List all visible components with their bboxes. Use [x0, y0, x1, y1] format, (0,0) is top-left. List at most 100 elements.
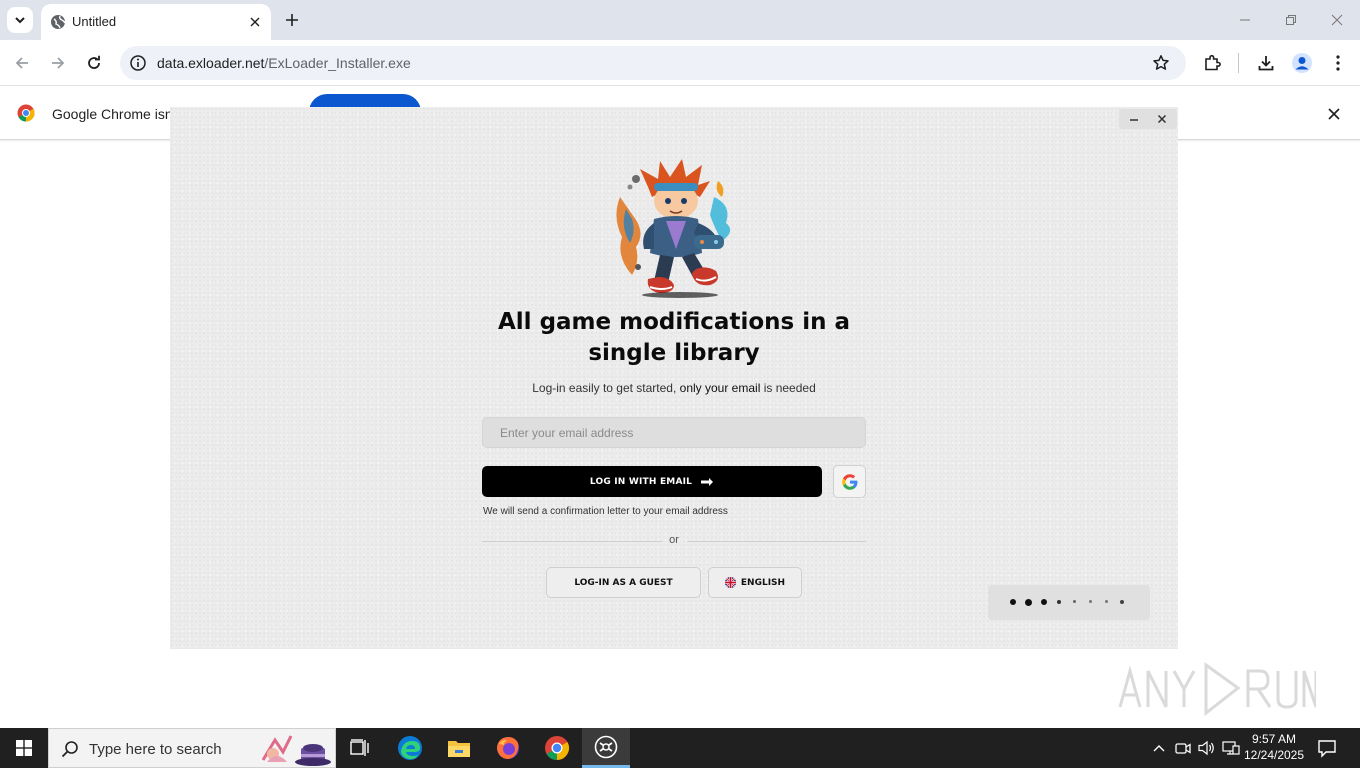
chrome-menu-button[interactable] — [1324, 49, 1352, 77]
google-icon — [841, 473, 857, 490]
language-selector[interactable]: ENGLISH — [708, 567, 802, 598]
bookmark-star-icon[interactable] — [1152, 54, 1170, 72]
start-button[interactable] — [0, 728, 48, 768]
close-icon — [1157, 114, 1167, 124]
close-icon — [250, 17, 260, 27]
google-login-button[interactable] — [833, 465, 866, 498]
app-window-controls — [1119, 109, 1177, 129]
url-path: /ExLoader_Installer.exe — [264, 55, 411, 71]
divider-right — [687, 541, 866, 542]
show-hidden-icons-button[interactable] — [1150, 739, 1168, 757]
more-vertical-icon — [1336, 55, 1340, 71]
camera-icon — [1175, 743, 1191, 754]
notification-center-icon[interactable] — [1316, 737, 1338, 759]
mascot-illustration — [616, 159, 731, 298]
reload-icon — [88, 55, 100, 69]
puzzle-icon — [1205, 54, 1221, 71]
profile-button[interactable] — [1288, 49, 1316, 77]
app-close-button[interactable] — [1151, 110, 1173, 128]
taskbar-clock[interactable]: 9:57 AM 12/24/2025 — [1240, 731, 1308, 763]
folder-icon — [448, 741, 470, 757]
toolbar-divider — [1238, 53, 1239, 73]
arrow-right-icon — [52, 57, 65, 69]
login-subtitle: Log-in easily to get started, only your … — [474, 381, 874, 395]
tab-close-button[interactable] — [246, 13, 264, 31]
plus-icon — [286, 14, 298, 26]
browser-tab[interactable]: Untitled — [41, 4, 271, 40]
pager-dot[interactable] — [1025, 599, 1032, 606]
close-icon — [1328, 108, 1340, 120]
login-with-email-button[interactable]: LOG IN WITH EMAIL — [482, 466, 822, 497]
pager-dot[interactable] — [1057, 600, 1061, 604]
taskbar-edge[interactable] — [386, 728, 434, 768]
download-icon — [1258, 56, 1274, 71]
search-highlight-icon — [261, 735, 331, 766]
exloader-icon — [594, 735, 618, 758]
site-info-icon[interactable] — [129, 54, 147, 72]
tray-meet-now[interactable] — [1174, 739, 1192, 757]
windows-taskbar: Type here to search 9:57 AM 12/24/2025 — [0, 728, 1360, 768]
browser-toolbar: data.exloader.net/ExLoader_Installer.exe — [0, 40, 1360, 86]
pager-dot[interactable] — [1010, 599, 1016, 605]
chevron-up-icon — [1153, 745, 1165, 752]
search-placeholder: Type here to search — [89, 741, 222, 758]
address-bar[interactable]: data.exloader.net/ExLoader_Installer.exe — [120, 46, 1186, 80]
arrow-right-icon — [701, 477, 714, 486]
uk-flag-icon — [724, 577, 736, 588]
task-view-icon — [350, 739, 369, 756]
pager-dot[interactable] — [1073, 600, 1076, 603]
forward-button[interactable] — [44, 49, 72, 77]
infobar-close-button[interactable] — [1324, 104, 1344, 124]
close-icon — [1331, 14, 1343, 26]
pager-dot[interactable] — [1120, 600, 1124, 604]
pager-dot[interactable] — [1089, 600, 1092, 603]
slide-pager — [988, 585, 1150, 620]
network-icon — [1222, 741, 1240, 755]
guest-login-button[interactable]: LOG-IN AS A GUEST — [546, 567, 701, 598]
pager-dot[interactable] — [1105, 600, 1108, 603]
avatar-icon — [1292, 53, 1312, 73]
task-view-button[interactable] — [336, 728, 384, 768]
divider-left — [482, 541, 662, 542]
browser-tab-strip: Untitled — [0, 0, 1360, 40]
or-separator: or — [669, 534, 679, 546]
downloads-button[interactable] — [1252, 49, 1280, 77]
window-close-button[interactable] — [1314, 8, 1360, 32]
url-text: data.exloader.net/ExLoader_Installer.exe — [157, 55, 411, 71]
infobar-message: Google Chrome isn't — [52, 106, 180, 122]
windows-logo-icon — [16, 740, 32, 756]
email-field[interactable] — [482, 417, 866, 448]
language-label: ENGLISH — [740, 577, 786, 588]
page-title: All game modifications in a single libra… — [498, 309, 850, 366]
tray-network[interactable] — [1222, 739, 1240, 757]
back-button[interactable] — [8, 49, 36, 77]
tab-title: Untitled — [72, 14, 117, 29]
window-minimize-button[interactable] — [1222, 8, 1268, 32]
reload-button[interactable] — [80, 49, 108, 77]
tray-volume[interactable] — [1198, 739, 1216, 757]
firefox-icon — [497, 737, 519, 759]
speaker-icon — [1198, 740, 1214, 756]
login-with-email-label: LOG IN WITH EMAIL — [589, 476, 693, 487]
minimize-icon — [1240, 19, 1250, 21]
subtitle-text-1: Log-in easily to get started, — [532, 381, 680, 395]
window-restore-button[interactable] — [1268, 8, 1314, 32]
clock-time: 9:57 AM — [1251, 732, 1297, 746]
subtitle-text-2: is needed — [760, 381, 816, 395]
globe-icon — [51, 15, 66, 29]
extensions-button[interactable] — [1198, 49, 1226, 77]
taskbar-chrome[interactable] — [533, 728, 581, 768]
search-icon — [61, 741, 78, 758]
taskbar-firefox[interactable] — [484, 728, 532, 768]
guest-login-label: LOG-IN AS A GUEST — [574, 577, 673, 588]
taskbar-search[interactable]: Type here to search — [48, 728, 336, 768]
taskbar-file-explorer[interactable] — [435, 728, 483, 768]
chrome-icon — [545, 736, 570, 760]
pager-dot-active[interactable] — [1041, 599, 1047, 605]
new-tab-button[interactable] — [281, 9, 303, 31]
chrome-logo-icon — [17, 104, 35, 122]
tab-search-button[interactable] — [7, 7, 33, 33]
arrow-left-icon — [15, 57, 28, 69]
app-minimize-button[interactable] — [1123, 110, 1145, 128]
taskbar-exloader[interactable] — [582, 728, 630, 768]
